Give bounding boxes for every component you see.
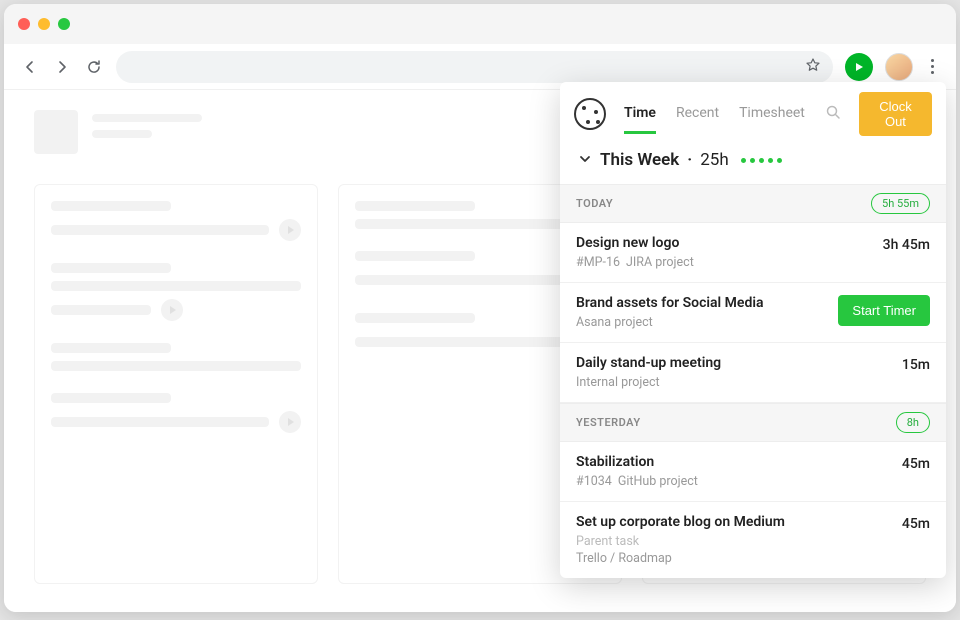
entry-duration: 3h 45m — [883, 237, 930, 253]
section-time-badge: 5h 55m — [871, 193, 930, 214]
chevron-down-icon — [578, 151, 592, 170]
close-window-button[interactable] — [18, 18, 30, 30]
entry-project: Trello / Roadmap — [576, 551, 672, 566]
entry-project: GitHub project — [618, 474, 698, 489]
panel-tabs: Time Recent Timesheet — [624, 95, 841, 134]
entry-project: Internal project — [576, 375, 660, 390]
extension-play-button[interactable] — [845, 53, 873, 81]
forward-button[interactable] — [52, 57, 72, 77]
section-header: TODAY 5h 55m — [560, 184, 946, 223]
section-time-badge: 8h — [896, 412, 930, 433]
tab-time[interactable]: Time — [624, 95, 656, 134]
reload-button[interactable] — [84, 57, 104, 77]
entry-duration: 15m — [902, 357, 930, 373]
time-entry[interactable]: Brand assets for Social Media Asana proje… — [560, 283, 946, 343]
entry-tag: #1034 — [576, 474, 612, 489]
time-entry[interactable]: Daily stand-up meeting Internal project 15… — [560, 343, 946, 403]
maximize-window-button[interactable] — [58, 18, 70, 30]
entry-duration: 45m — [902, 456, 930, 472]
time-entry[interactable]: Set up corporate blog on Medium Parent ta… — [560, 502, 946, 578]
week-activity-dots — [741, 158, 782, 163]
section-label: YESTERDAY — [576, 416, 641, 429]
section-header: YESTERDAY 8h — [560, 403, 946, 442]
section-label: TODAY — [576, 197, 613, 210]
entry-title: Design new logo — [576, 235, 883, 251]
search-icon[interactable] — [825, 104, 841, 124]
time-tracker-panel: Time Recent Timesheet Clock Out This Wee… — [560, 82, 946, 578]
entry-title: Brand assets for Social Media — [576, 295, 838, 311]
week-summary-row[interactable]: This Week · 25h — [560, 136, 946, 184]
entry-project: Asana project — [576, 315, 653, 330]
traffic-lights — [18, 18, 70, 30]
week-hours: 25h — [700, 150, 728, 170]
entry-project: JIRA project — [626, 255, 694, 270]
window-titlebar — [4, 4, 956, 44]
panel-header: Time Recent Timesheet Clock Out — [560, 82, 946, 136]
browser-window: Time Recent Timesheet Clock Out This Wee… — [4, 4, 956, 612]
entry-title: Set up corporate blog on Medium — [576, 514, 902, 530]
entry-title: Daily stand-up meeting — [576, 355, 902, 371]
week-label: This Week — [600, 150, 679, 170]
minimize-window-button[interactable] — [38, 18, 50, 30]
entry-title: Stabilization — [576, 454, 902, 470]
time-entry[interactable]: Design new logo #MP-16 JIRA project 3h 45m — [560, 223, 946, 283]
entry-tag: #MP-16 — [576, 255, 620, 270]
entry-duration: 45m — [902, 516, 930, 532]
tab-timesheet[interactable]: Timesheet — [739, 95, 805, 134]
start-timer-button[interactable]: Start Timer — [838, 295, 930, 326]
address-bar[interactable] — [116, 51, 833, 83]
bookmark-star-icon[interactable] — [805, 57, 821, 77]
clock-out-button[interactable]: Clock Out — [859, 92, 932, 136]
week-separator: · — [687, 150, 692, 170]
profile-avatar[interactable] — [885, 53, 913, 81]
back-button[interactable] — [20, 57, 40, 77]
time-entry[interactable]: Stabilization #1034 GitHub project 45m — [560, 442, 946, 502]
tab-recent[interactable]: Recent — [676, 95, 719, 134]
browser-menu-button[interactable] — [925, 59, 940, 74]
app-logo-icon — [574, 98, 606, 130]
entry-parent-task: Parent task — [576, 534, 902, 549]
